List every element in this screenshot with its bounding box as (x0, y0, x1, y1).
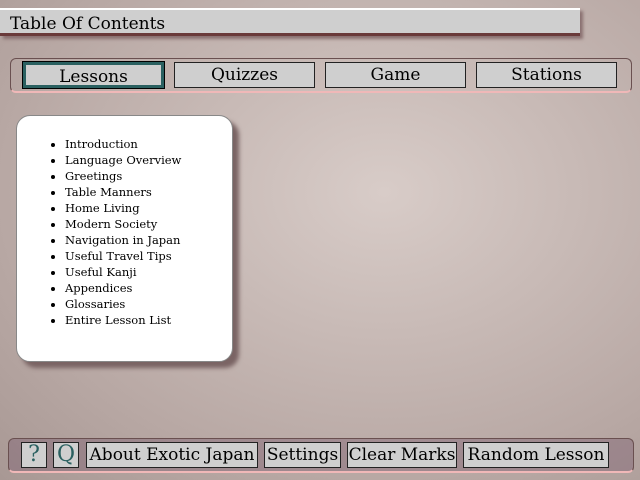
lesson-travel-tips[interactable]: Useful Travel Tips (65, 248, 232, 264)
lesson-home-living[interactable]: Home Living (65, 200, 232, 216)
settings-button[interactable]: Settings (264, 442, 341, 468)
lesson-modern-society[interactable]: Modern Society (65, 216, 232, 232)
help-button[interactable]: ? (21, 442, 47, 468)
main-nav: Lessons Quizzes Game Stations (10, 58, 632, 93)
lesson-introduction[interactable]: Introduction (65, 136, 232, 152)
lesson-list: Introduction Language Overview Greetings… (47, 136, 232, 328)
quit-button[interactable]: Q (53, 442, 79, 468)
lesson-list-panel: Introduction Language Overview Greetings… (16, 115, 233, 362)
bottom-toolbar: ? Q About Exotic Japan Settings Clear Ma… (8, 438, 634, 473)
clear-marks-button[interactable]: Clear Marks (347, 442, 457, 468)
lesson-navigation[interactable]: Navigation in Japan (65, 232, 232, 248)
lesson-language-overview[interactable]: Language Overview (65, 152, 232, 168)
page-title: Table Of Contents (0, 8, 580, 36)
tab-quizzes[interactable]: Quizzes (174, 62, 315, 88)
about-button[interactable]: About Exotic Japan (86, 442, 258, 468)
tab-lessons[interactable]: Lessons (23, 62, 164, 88)
lesson-glossaries[interactable]: Glossaries (65, 296, 232, 312)
tab-stations[interactable]: Stations (476, 62, 617, 88)
random-lesson-button[interactable]: Random Lesson (463, 442, 609, 468)
tab-game[interactable]: Game (325, 62, 466, 88)
lesson-appendices[interactable]: Appendices (65, 280, 232, 296)
lesson-greetings[interactable]: Greetings (65, 168, 232, 184)
lesson-table-manners[interactable]: Table Manners (65, 184, 232, 200)
lesson-useful-kanji[interactable]: Useful Kanji (65, 264, 232, 280)
lesson-entire-list[interactable]: Entire Lesson List (65, 312, 232, 328)
